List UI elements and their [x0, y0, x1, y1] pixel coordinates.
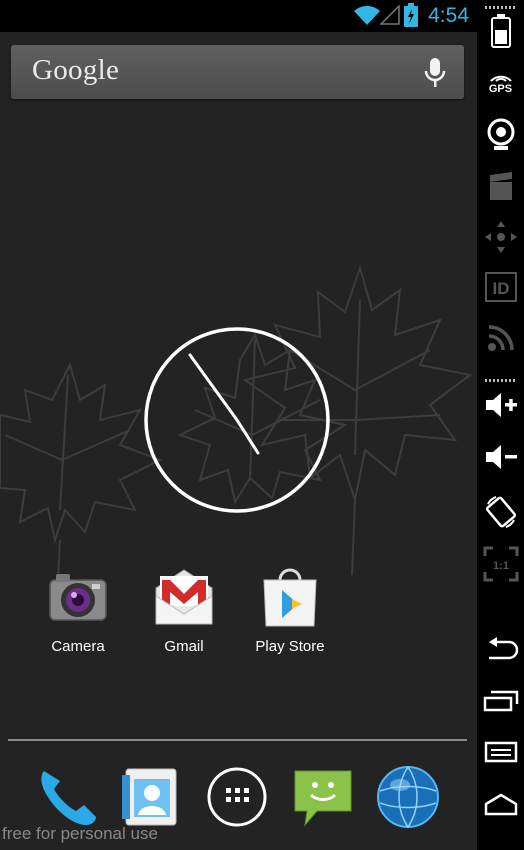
- gps-icon: [489, 75, 512, 82]
- id-icon: ID: [484, 272, 517, 302]
- home-screen: 4:54 Google Camera Gmail Play Store free…: [0, 0, 477, 850]
- volume-down-icon: [485, 445, 517, 469]
- app-label-gmail: Gmail: [164, 638, 204, 655]
- google-logo: Google: [32, 54, 120, 86]
- panel-separator: [485, 6, 517, 9]
- volume-up-icon: [485, 393, 517, 417]
- app-shortcut-camera[interactable]: Camera: [25, 566, 131, 655]
- camera-icon: [49, 574, 107, 621]
- volume-down-button[interactable]: [477, 442, 524, 486]
- status-time: 4:54: [428, 4, 469, 27]
- gps-label: GPS: [488, 83, 513, 95]
- id-button[interactable]: ID: [477, 272, 524, 316]
- clock-hour-hand: [235, 418, 260, 455]
- move-button[interactable]: [477, 220, 524, 264]
- battery-icon: [490, 14, 511, 48]
- app-shortcut-gmail[interactable]: Gmail: [131, 566, 237, 655]
- rotate-icon: [485, 496, 516, 528]
- contacts-icon[interactable]: [118, 765, 182, 829]
- emulator-side-panel: GPS ID 1:1: [477, 0, 524, 850]
- rss-button[interactable]: [477, 324, 524, 368]
- volume-up-button[interactable]: [477, 390, 524, 434]
- all-apps-icon[interactable]: [205, 765, 269, 829]
- mic-icon[interactable]: [424, 57, 446, 89]
- rss-icon: [487, 325, 514, 351]
- signal-icon: [380, 5, 400, 25]
- wifi-icon: [354, 5, 380, 26]
- phone-icon[interactable]: [36, 765, 100, 829]
- browser-icon[interactable]: [376, 765, 440, 829]
- scale-label: 1:1: [493, 560, 509, 572]
- analog-clock-widget[interactable]: [142, 325, 332, 515]
- watermark-text: free for personal use: [2, 824, 158, 843]
- battery-button[interactable]: [477, 14, 524, 58]
- move-icon: [484, 221, 517, 253]
- app-shortcut-play-store[interactable]: Play Store: [237, 566, 343, 655]
- recent-apps-icon: [483, 690, 518, 712]
- webcam-icon: [487, 118, 514, 150]
- video-button[interactable]: [477, 172, 524, 216]
- scale-button[interactable]: 1:1: [477, 546, 524, 590]
- messaging-icon[interactable]: [291, 765, 355, 829]
- video-icon: [489, 172, 512, 200]
- clock-minute-hand: [188, 353, 239, 422]
- app-label-camera: Camera: [51, 638, 105, 655]
- gmail-icon: [155, 569, 213, 625]
- back-icon: [488, 637, 518, 660]
- status-bar: 4:54: [0, 0, 477, 32]
- webcam-button[interactable]: [477, 118, 524, 162]
- dock-divider: [8, 739, 467, 741]
- play-store-icon: [263, 568, 317, 627]
- scale-icon: 1:1: [483, 546, 518, 582]
- menu-icon: [484, 741, 517, 763]
- google-search-bar[interactable]: Google: [11, 45, 464, 99]
- home-icon: [484, 793, 517, 816]
- app-label-play-store: Play Store: [255, 638, 325, 655]
- id-label: ID: [492, 279, 509, 298]
- rotate-button[interactable]: [477, 494, 524, 538]
- home-button[interactable]: [477, 792, 524, 836]
- back-button[interactable]: [477, 636, 524, 680]
- menu-button[interactable]: [477, 740, 524, 784]
- panel-separator: [485, 379, 517, 382]
- battery-charging-icon: [404, 3, 418, 27]
- recent-apps-button[interactable]: [477, 688, 524, 732]
